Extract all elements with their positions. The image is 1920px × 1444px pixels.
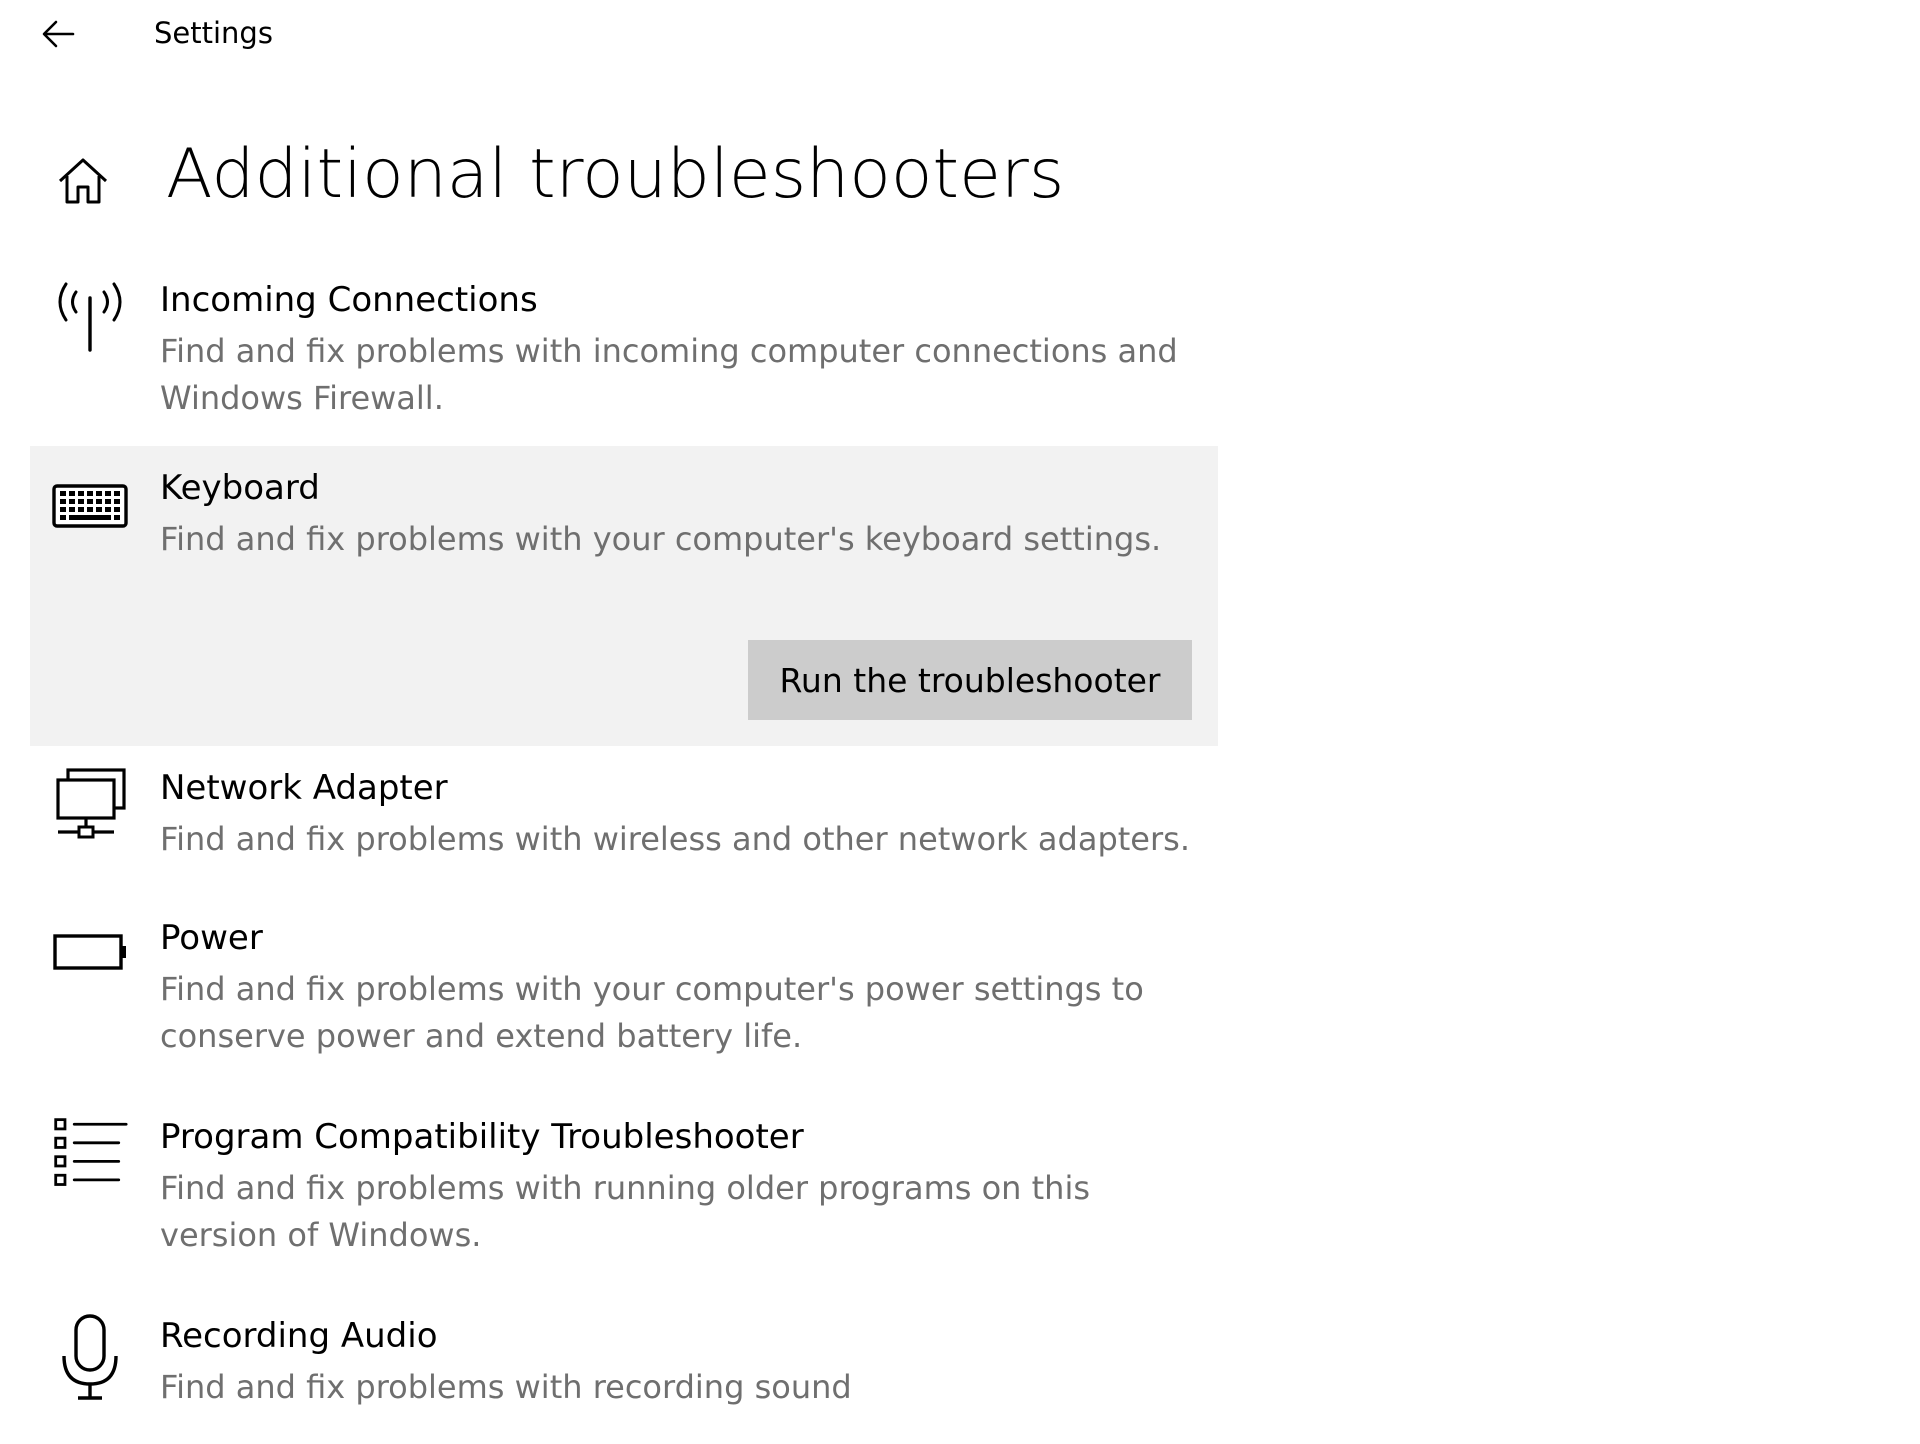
- run-troubleshooter-button[interactable]: Run the troubleshooter: [748, 640, 1192, 720]
- troubleshooter-name: Recording Audio: [160, 1316, 438, 1356]
- microphone-icon: [52, 1314, 128, 1400]
- home-icon: [57, 156, 109, 206]
- troubleshooter-list: Incoming Connections Find and fix proble…: [30, 258, 1218, 1444]
- troubleshooter-name: Incoming Connections: [160, 280, 538, 320]
- page-title: Additional troubleshooters: [166, 135, 1065, 214]
- troubleshooter-recording-audio[interactable]: Recording Audio Find and fix problems wi…: [30, 1294, 1218, 1444]
- troubleshooter-name: Power: [160, 918, 263, 958]
- troubleshooter-name: Keyboard: [160, 468, 320, 508]
- troubleshooter-description: Find and fix problems with running older…: [160, 1169, 1090, 1254]
- checklist-icon: [52, 1115, 128, 1191]
- troubleshooter-keyboard[interactable]: Keyboard Find and fix problems with your…: [30, 446, 1218, 746]
- troubleshooter-description: Find and fix problems with your computer…: [160, 520, 1162, 558]
- title-bar: Settings: [0, 0, 1920, 72]
- troubleshooter-description: Find and fix problems with recording sou…: [160, 1368, 852, 1406]
- troubleshooter-program-compatibility[interactable]: Program Compatibility Troubleshooter Fin…: [30, 1095, 1218, 1294]
- keyboard-icon: [52, 466, 128, 542]
- troubleshooter-name: Program Compatibility Troubleshooter: [160, 1117, 804, 1157]
- battery-icon: [52, 916, 128, 992]
- troubleshooter-name: Network Adapter: [160, 768, 448, 808]
- troubleshooter-description: Find and fix problems with wireless and …: [160, 820, 1190, 858]
- page-header: Additional troubleshooters: [0, 126, 1920, 236]
- antenna-icon: [52, 278, 128, 354]
- troubleshooter-description: Find and fix problems with your computer…: [160, 970, 1144, 1055]
- back-button[interactable]: [30, 8, 86, 60]
- troubleshooter-incoming-connections[interactable]: Incoming Connections Find and fix proble…: [30, 258, 1218, 446]
- troubleshooter-power[interactable]: Power Find and fix problems with your co…: [30, 896, 1218, 1095]
- network-adapter-icon: [52, 766, 128, 842]
- home-button[interactable]: [52, 150, 114, 212]
- troubleshooter-network-adapter[interactable]: Network Adapter Find and fix problems wi…: [30, 746, 1218, 896]
- arrow-left-icon: [41, 19, 75, 49]
- troubleshooter-description: Find and fix problems with incoming comp…: [160, 332, 1178, 417]
- app-title: Settings: [154, 16, 273, 50]
